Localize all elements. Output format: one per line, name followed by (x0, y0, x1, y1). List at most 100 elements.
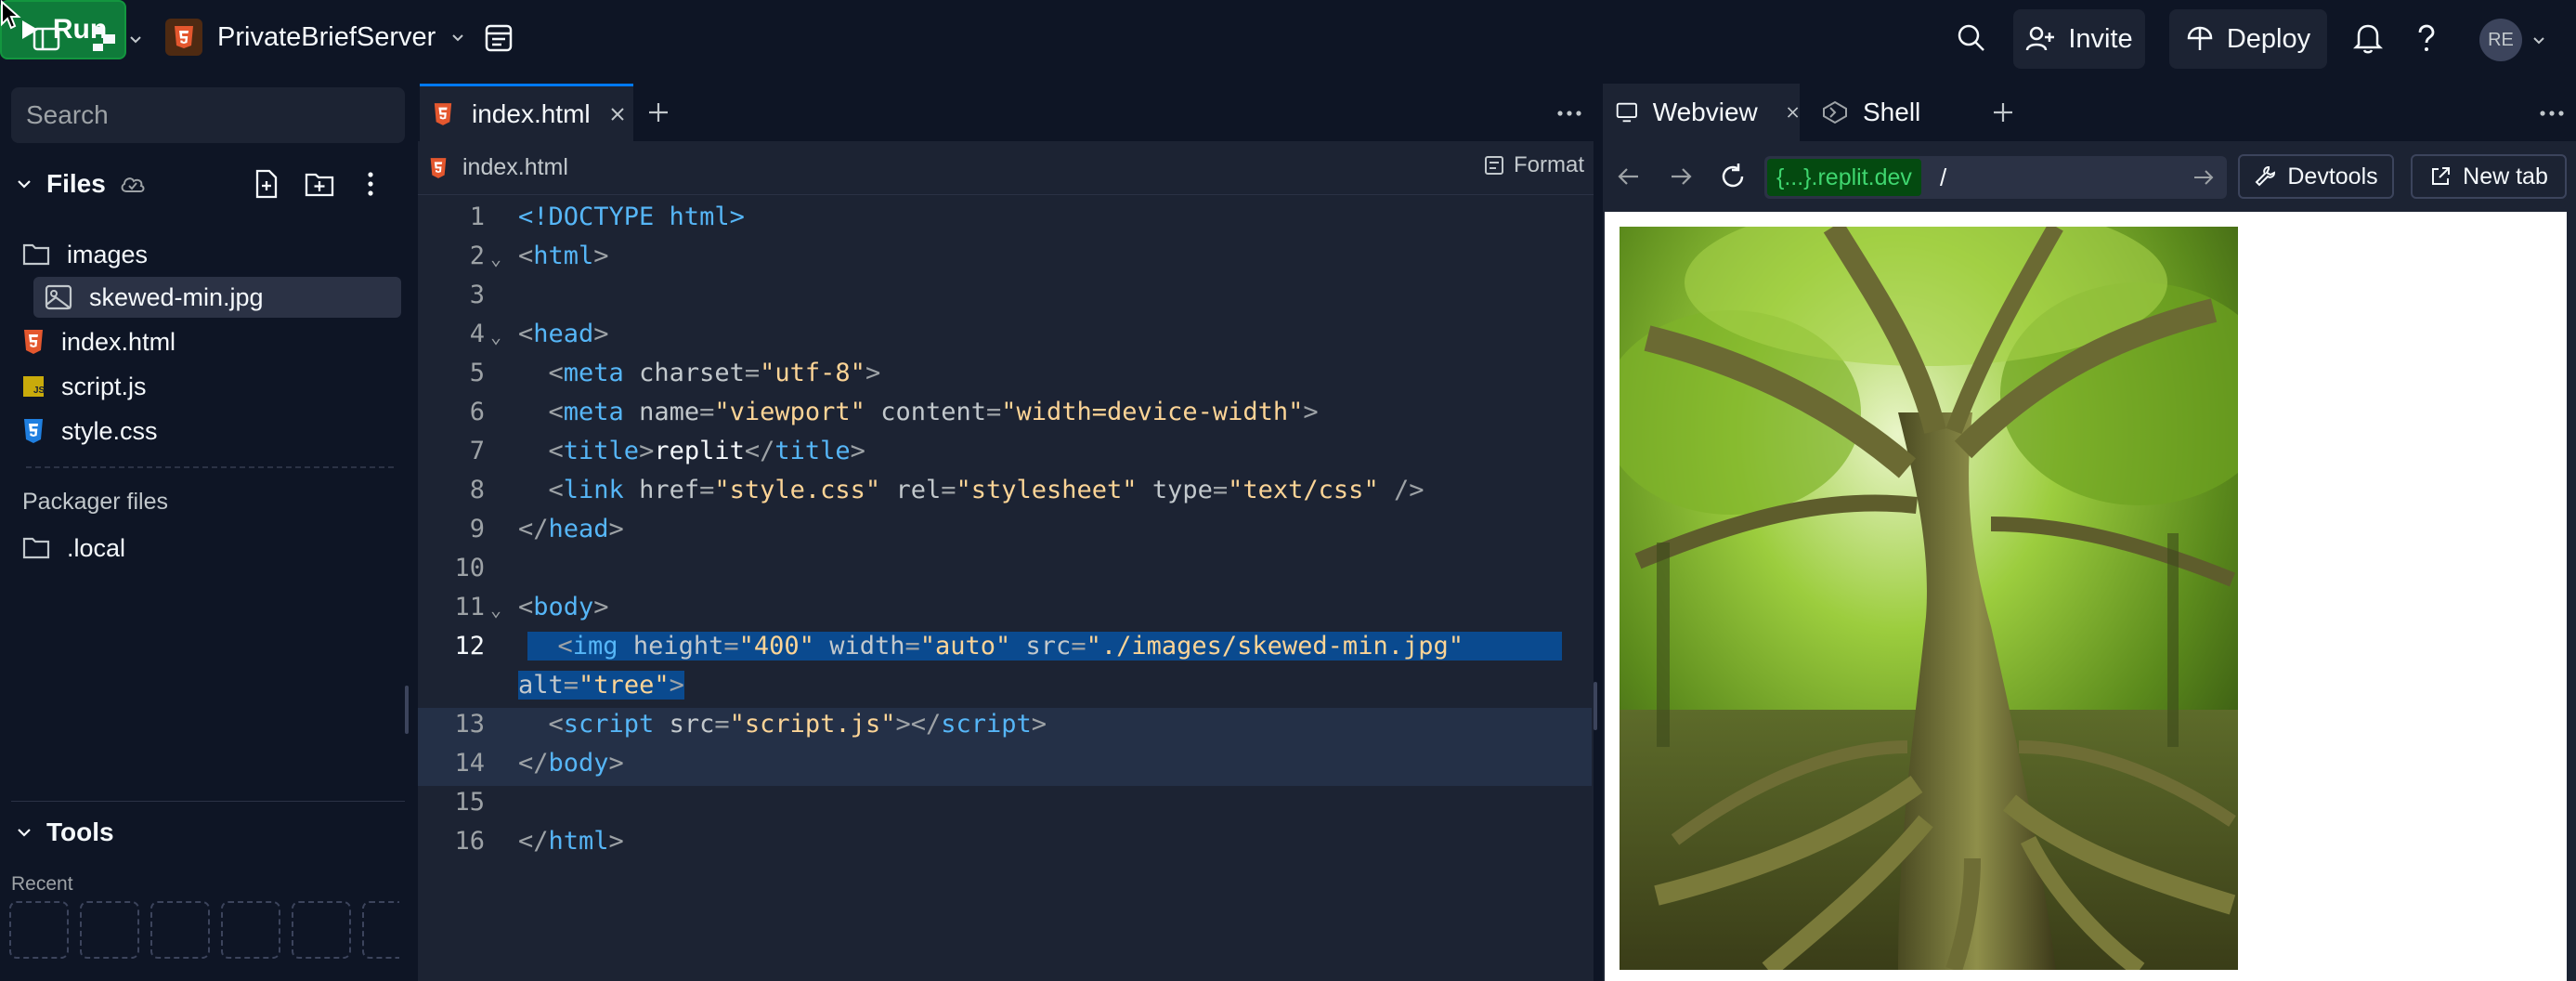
new-tab-button[interactable]: New tab (2411, 154, 2567, 199)
files-header[interactable]: Files (15, 169, 147, 199)
code-token: "style.css" (714, 476, 881, 504)
invite-button[interactable]: Invite (2013, 9, 2145, 69)
resize-handle[interactable] (1594, 682, 1597, 730)
replit-menu[interactable] (89, 24, 143, 54)
deploy-label: Deploy (2226, 23, 2311, 54)
recent-tool-slot[interactable] (9, 901, 69, 959)
html-file-icon (430, 157, 447, 178)
file-name: index.html (61, 327, 176, 356)
code-token: name (639, 398, 700, 426)
sidebar-toggle-icon[interactable] (32, 24, 61, 54)
code-token: src (669, 710, 715, 739)
line-number: 16 (454, 827, 485, 856)
monitor-icon (1616, 102, 1637, 123)
file-tree-item-folder[interactable]: .local (22, 528, 125, 569)
code-token: > (608, 749, 624, 778)
fold-chevron-icon[interactable]: ⌄ (490, 247, 501, 269)
code-token: body (548, 749, 609, 778)
help-icon[interactable] (2413, 22, 2440, 54)
format-button[interactable]: Format (1484, 152, 1584, 178)
code-area[interactable]: 1 <!DOCTYPE html> 2 ⌄ <html> 3 4 ⌄ <head> 5 <meta… (418, 199, 1594, 981)
devtools-label: Devtools (2287, 163, 2378, 190)
search-input[interactable]: Search (11, 87, 405, 143)
recent-tool-slot[interactable] (362, 901, 399, 959)
tools-header[interactable]: Tools (15, 818, 114, 847)
code-token: title (563, 437, 640, 465)
url-bar[interactable]: {...}.replit.dev / (1764, 156, 2227, 199)
divider (11, 801, 405, 802)
url-domain: {...}.replit.dev (1767, 159, 1921, 196)
replit-logo-icon (93, 27, 115, 51)
deploy-button[interactable]: Deploy (2169, 9, 2327, 69)
recent-tool-slot[interactable] (80, 901, 139, 959)
line-number: 4 (469, 320, 485, 348)
close-icon[interactable] (1786, 104, 1800, 121)
file-tree-item-css[interactable]: style.css (22, 411, 158, 451)
file-tree-item-folder[interactable]: images (22, 234, 148, 275)
project-info-icon[interactable] (483, 22, 514, 54)
more-options-icon[interactable] (1556, 110, 1582, 117)
code-token: > (865, 359, 881, 387)
recent-tool-slot[interactable] (292, 901, 351, 959)
file-name: style.css (61, 416, 158, 445)
add-tab-icon[interactable] (1991, 100, 2015, 124)
code-line: <img height="400" width="auto" src="./im… (527, 632, 1562, 661)
recent-tool-slot[interactable] (150, 901, 210, 959)
more-options-icon[interactable] (364, 169, 377, 199)
file-tree-item-image[interactable]: skewed-min.jpg (33, 277, 401, 318)
bell-icon[interactable] (2353, 22, 2383, 54)
folder-icon (22, 537, 50, 559)
code-token: > (593, 242, 609, 270)
new-file-icon[interactable] (253, 169, 280, 199)
recent-tool-slot[interactable] (221, 901, 280, 959)
resize-handle[interactable] (405, 686, 409, 734)
devtools-button[interactable]: Devtools (2238, 154, 2394, 199)
code-token: > (608, 515, 624, 543)
webview-label: Webview (1652, 98, 1758, 126)
wrench-icon (2255, 165, 2276, 187)
tab-webview[interactable]: Webview (1603, 84, 1800, 141)
add-tab-icon[interactable] (646, 100, 670, 124)
webview-preview[interactable] (1605, 212, 2567, 981)
code-token: < (548, 359, 564, 387)
code-token: </ (518, 827, 549, 856)
file-tree-item-html[interactable]: index.html (22, 321, 176, 362)
close-icon[interactable] (609, 106, 626, 123)
fold-chevron-icon[interactable]: ⌄ (490, 325, 501, 347)
search-icon[interactable] (1956, 22, 1987, 54)
code-token: script (563, 710, 655, 739)
reload-icon[interactable] (1718, 162, 1748, 191)
account-menu[interactable]: RE (2479, 19, 2546, 61)
code-token: = (986, 398, 1002, 426)
new-folder-icon[interactable] (305, 171, 334, 197)
recent-label: Recent (11, 873, 73, 895)
more-options-icon[interactable] (2539, 110, 2565, 117)
project-switcher[interactable]: PrivateBriefServer (165, 19, 465, 56)
fold-chevron-icon[interactable]: ⌄ (490, 598, 501, 621)
forward-arrow-icon[interactable] (1668, 164, 1694, 190)
tab-index-html[interactable]: index.html (420, 84, 633, 141)
add-user-icon (2026, 26, 2055, 51)
file-tree-item-js[interactable]: JS script.js (22, 366, 147, 407)
code-token: < (548, 398, 564, 426)
line-number: 13 (454, 710, 485, 739)
code-token: type (1151, 476, 1213, 504)
shell-label: Shell (1863, 98, 1921, 126)
file-name: .local (67, 533, 126, 562)
go-arrow-icon[interactable] (2192, 165, 2216, 190)
code-line: <title>replit</title> (518, 437, 865, 465)
code-token: "./images/skewed-min.jpg" (1086, 632, 1464, 661)
code-token: src (1025, 632, 1072, 661)
code-token: meta (563, 359, 624, 387)
folder-icon (22, 243, 50, 266)
code-token: href (639, 476, 700, 504)
tab-shell[interactable]: Shell (1809, 84, 1920, 141)
back-arrow-icon[interactable] (1616, 164, 1642, 190)
code-token: < (518, 242, 534, 270)
js-file-icon: JS (23, 376, 45, 397)
line-number: 7 (469, 437, 485, 465)
file-name: images (67, 240, 149, 268)
